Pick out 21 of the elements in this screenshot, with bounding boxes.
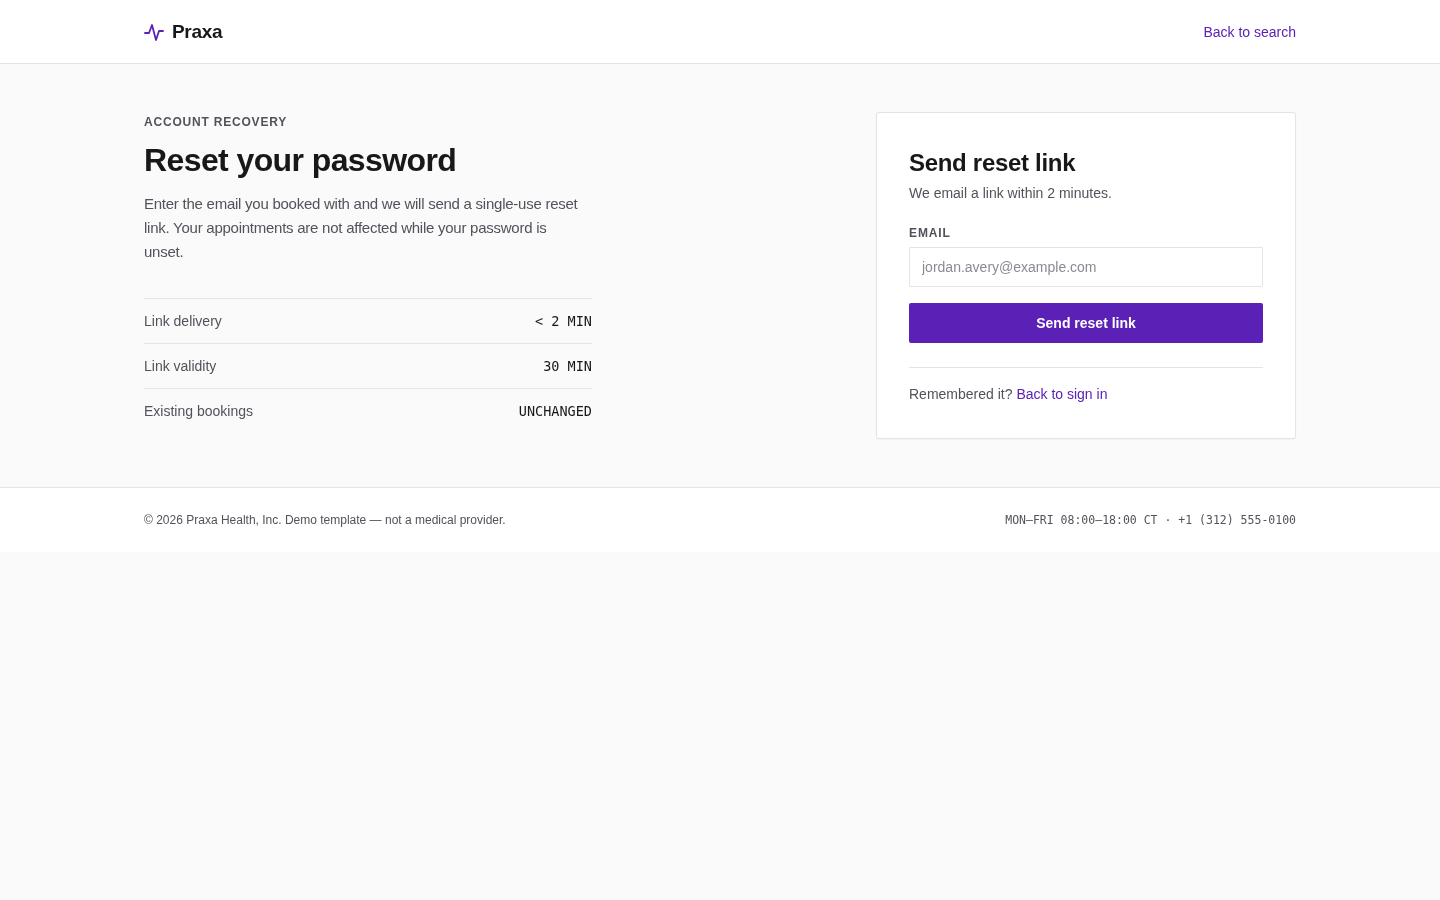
card-title: Send reset link: [909, 148, 1077, 178]
fact-value: < 2 MIN: [535, 313, 592, 329]
pulse-logo-icon: [144, 21, 164, 42]
brand-name: Praxa: [172, 20, 223, 43]
fact-value: UNCHANGED: [518, 403, 592, 419]
fact-label: Link validity: [144, 358, 217, 374]
page-title: Reset your password: [144, 141, 458, 180]
card-subtitle: We email a link within 2 minutes.: [909, 184, 1113, 203]
contact-hours-text: MON–FRI 08:00–18:00 CT · +1 (312) 555-0100: [1005, 513, 1296, 527]
sign-in-prompt: Remembered it? Back to sign in: [909, 385, 1109, 404]
email-field[interactable]: jordan.avery@example.com: [909, 247, 1263, 287]
email-label: EMAIL: [909, 225, 952, 241]
fact-value: 30 MIN: [543, 358, 592, 374]
fact-label: Link delivery: [144, 313, 222, 329]
send-reset-link-button[interactable]: Send reset link: [909, 303, 1263, 343]
eyebrow-label: ACCOUNT RECOVERY: [144, 114, 289, 130]
copyright-text: © 2026 Praxa Health, Inc. Demo template — not a medical provider.: [144, 513, 506, 527]
intro-description: Enter the email you booked with and we will send a single-use reset link. Your appointments are not affected while your password is unset.: [144, 194, 579, 262]
fact-label: Existing bookings: [144, 403, 253, 419]
back-to-search-link[interactable]: Back to search: [1203, 23, 1296, 40]
back-to-sign-in-link[interactable]: Back to sign in: [1016, 386, 1108, 402]
